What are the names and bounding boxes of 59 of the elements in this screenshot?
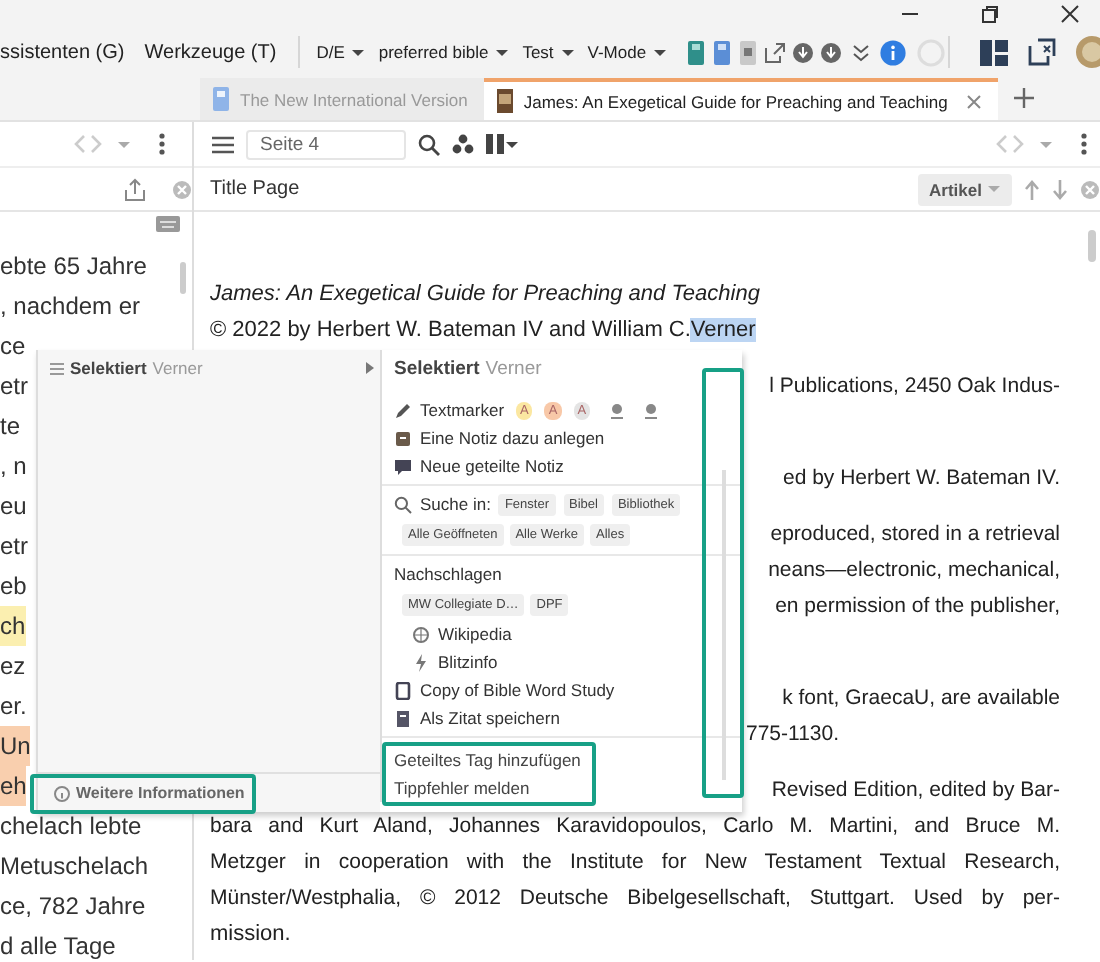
verse-text: chelach lebte	[0, 810, 142, 844]
menu-item[interactable]: Textmarker	[420, 400, 505, 420]
menu-item[interactable]: Wikipedia	[438, 624, 512, 644]
verse-text: etr	[0, 370, 29, 404]
selection-label: Verner	[152, 358, 203, 378]
book-text: © 2022 by Herbert W. Bateman IV and William C.	[210, 318, 691, 342]
verse-text: , n	[0, 450, 27, 484]
verse-text: eb	[0, 570, 27, 604]
book-text: Revised Edition, edited by Bar-	[769, 776, 1060, 806]
verse-text: Un	[0, 726, 31, 766]
menu-item[interactable]: Copy of Bible Word Study	[420, 680, 615, 700]
dropdown-button[interactable]: D/E	[310, 42, 373, 62]
verse-text: ce	[0, 330, 26, 364]
verse-text: ez	[0, 650, 26, 684]
dropdown-button[interactable]: Test	[516, 42, 582, 62]
book-text: en permission of the publisher,	[773, 592, 1060, 622]
selected-text: Verner	[690, 318, 756, 342]
menu-item[interactable]: Geteiltes Tag hinzufügen	[394, 750, 581, 770]
panel-heading: Selektiert	[394, 358, 480, 380]
menu-item[interactable]: Neue geteilte Notiz	[420, 456, 564, 476]
book-text: Münster/Westphalia, © 2012 Deutsche Bibelgesellschaft, Stuttgart. Used by per-	[210, 884, 1060, 914]
dropdown-button[interactable]: preferred bible	[372, 42, 517, 62]
menu-item[interactable]: Als Zitat speichern	[420, 708, 560, 728]
book-text: neans—electronic, mechanical,	[766, 556, 1060, 586]
page-field[interactable]: Seite 4	[246, 129, 406, 159]
menu-label: Suche in:	[420, 494, 491, 514]
verse-text: te	[0, 410, 21, 444]
verse-text: etr	[0, 530, 29, 564]
document-tab[interactable]: James: An Exegetical Guide for Preaching and Teaching	[483, 78, 998, 120]
book-text: eproduced, stored in a retrieval	[768, 520, 1060, 550]
verse-text: er.	[0, 690, 27, 724]
menu-item[interactable]: Werkzeuge (T)	[144, 41, 277, 63]
book-text: k font, GraecaU, are available	[780, 684, 1060, 714]
more-info-link[interactable]: Weitere Informationen	[54, 784, 245, 802]
book-text: mission.	[210, 920, 293, 950]
menu-item[interactable]: Tippfehler melden	[394, 778, 530, 798]
book-text: ed by Herbert W. Bateman IV.	[780, 464, 1060, 494]
section-heading: Nachschlagen	[394, 564, 502, 584]
verse-text: eh	[0, 766, 27, 806]
article-button[interactable]: Artikel	[917, 173, 1012, 205]
book-text: bara and Kurt Aland, Johannes Karavidopoulos, Carlo M. Martini, and Bruce M.	[210, 812, 1060, 842]
book-text: 775-1130.	[746, 720, 842, 750]
verse-text: d alle Tage	[0, 930, 116, 960]
verse-text: , nachdem er	[0, 290, 141, 324]
verse-text: Metuschelach	[0, 850, 149, 884]
selection-label: Verner	[485, 358, 542, 380]
dropdown-button[interactable]: V-Mode	[581, 42, 675, 62]
verse-text: eu	[0, 490, 27, 524]
book-text: l Publications, 2450 Oak Indus-	[767, 372, 1060, 402]
verse-text: ce, 782 Jahre	[0, 890, 146, 924]
section-title: Title Page	[210, 178, 300, 200]
menu-item[interactable]: ssistenten (G)	[0, 41, 125, 63]
verse-text: ebte 65 Jahre	[0, 250, 147, 284]
book-text: Metzger in cooperation with the Institute for New Testament Textual Research,	[210, 848, 1060, 878]
verse-text: ch	[0, 606, 26, 646]
book-text: James: An Exegetical Guide for Preaching and Teaching	[210, 280, 762, 310]
menu-item[interactable]: Blitzinfo	[438, 652, 498, 672]
menu-item[interactable]: Eine Notiz dazu anlegen	[420, 428, 605, 448]
panel-heading: Selektiert	[70, 358, 147, 378]
